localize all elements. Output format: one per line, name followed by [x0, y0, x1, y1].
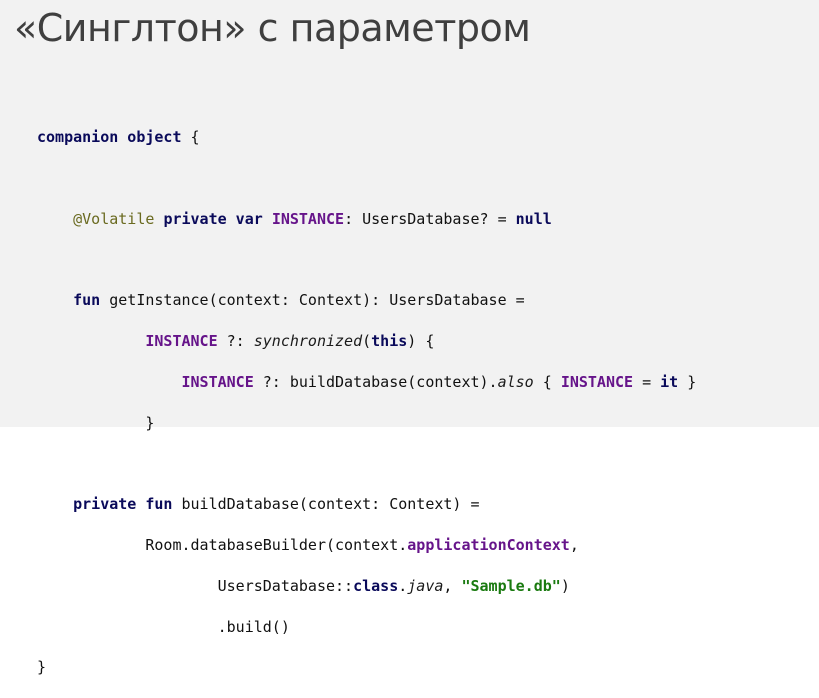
- field-name: INSTANCE: [560, 372, 634, 391]
- code-line-12: UsersDatabase::class.java, "Sample.db"): [37, 576, 696, 597]
- code-line-3: @Volatile private var INSTANCE: UsersDat…: [37, 209, 696, 230]
- code-text: ?: buildDatabase(context).: [253, 372, 498, 391]
- code-line-5: fun getInstance(context: Context): Users…: [37, 290, 696, 311]
- code-text: {: [181, 128, 200, 146]
- code-text: buildDatabase(context: Context) =: [172, 495, 480, 514]
- keyword: class: [353, 576, 399, 595]
- code-text: Room.databaseBuilder(context.: [145, 535, 408, 554]
- code-line-11: Room.databaseBuilder(context.application…: [37, 535, 696, 556]
- keyword: companion object: [37, 128, 182, 146]
- code-text: }: [145, 413, 155, 432]
- code-text: ,: [443, 576, 462, 595]
- code-line-13: .build(): [37, 617, 696, 638]
- keyword: fun: [73, 291, 101, 310]
- code-text: .build(): [217, 617, 290, 636]
- code-text: ?:: [217, 331, 254, 350]
- code-text: : UsersDatabase? =: [344, 209, 516, 228]
- code-line-6: INSTANCE ?: synchronized(this) {: [37, 331, 696, 352]
- code-text: .: [398, 576, 408, 595]
- code-text: getInstance(context: Context): UsersData…: [100, 291, 525, 310]
- code-text: }: [678, 372, 697, 391]
- code-text: ): [560, 576, 570, 595]
- keyword: private fun: [73, 495, 173, 514]
- field-name: INSTANCE: [271, 209, 345, 228]
- string-literal: "Sample.db": [461, 576, 561, 595]
- code-text: =: [633, 372, 661, 391]
- keyword: private var: [163, 209, 263, 228]
- field-name: INSTANCE: [145, 331, 218, 350]
- function-call: synchronized: [253, 331, 363, 350]
- code-line-1: companion object {: [37, 127, 696, 148]
- code-line-14: }: [37, 657, 696, 678]
- field-name: INSTANCE: [181, 372, 254, 391]
- code-text: (: [362, 331, 372, 350]
- slide-title: «Синглтон» с параметром: [14, 6, 531, 50]
- code-line-7: INSTANCE ?: buildDatabase(context).also …: [37, 372, 697, 393]
- code-text: {: [533, 372, 561, 391]
- title-bar: «Синглтон» с параметром: [0, 0, 819, 72]
- keyword: this: [371, 331, 408, 350]
- function-call: also: [497, 372, 534, 391]
- property-name: applicationContext: [407, 535, 570, 554]
- code-block: companion object { @Volatile private var…: [37, 107, 696, 698]
- code-text: UsersDatabase::: [217, 576, 354, 595]
- code-panel: companion object { @Volatile private var…: [0, 72, 819, 676]
- code-line-10: private fun buildDatabase(context: Conte…: [37, 494, 696, 515]
- annotation: @Volatile: [73, 209, 155, 228]
- property-name: java: [407, 576, 444, 595]
- code-line-8: }: [37, 413, 696, 434]
- code-text: ,: [569, 535, 579, 554]
- keyword: it: [660, 372, 679, 391]
- keyword: null: [515, 209, 552, 228]
- code-text: ) {: [407, 331, 435, 350]
- code-text: }: [37, 658, 47, 677]
